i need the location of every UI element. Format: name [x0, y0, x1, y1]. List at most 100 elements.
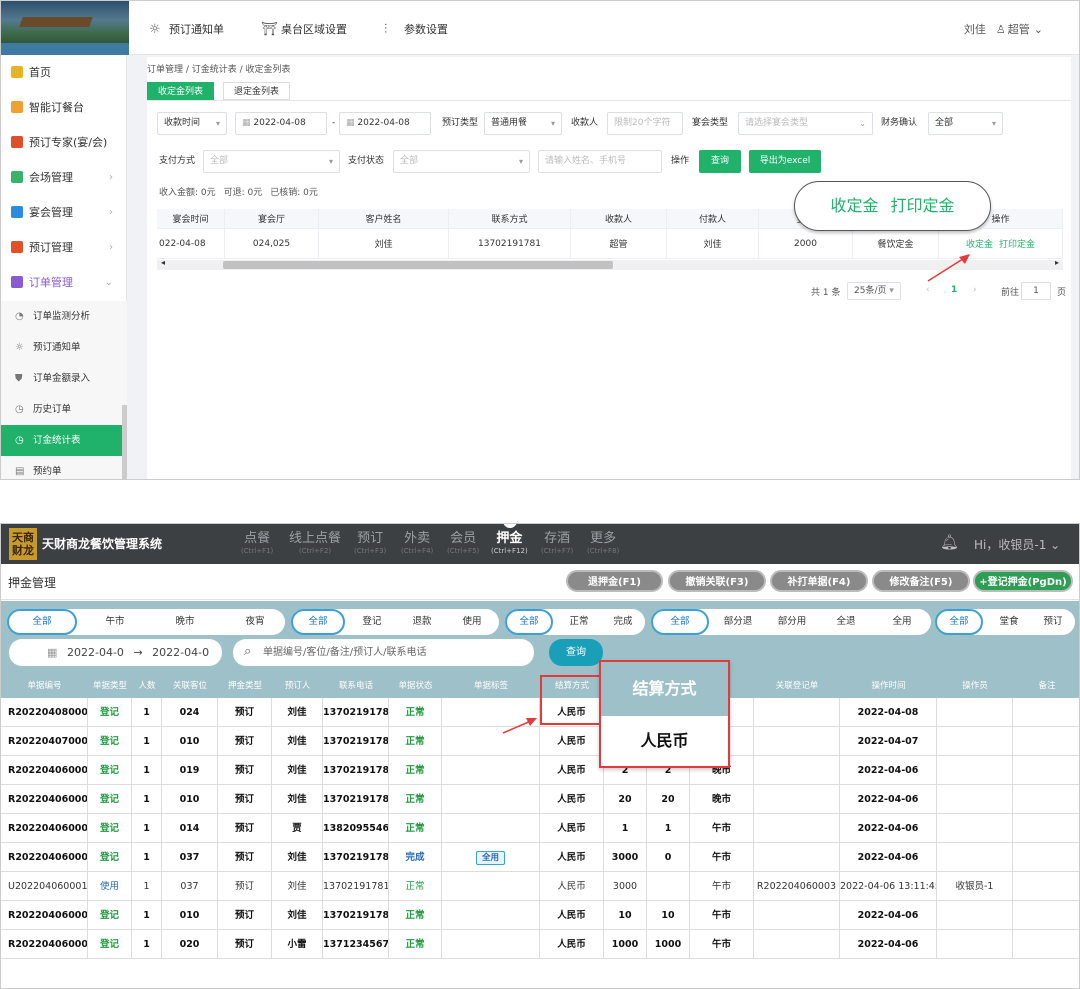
submenu-history-orders[interactable]: ◷ 历史订单 — [1, 394, 127, 425]
prev-page-button[interactable]: ‹ — [926, 285, 930, 295]
seg-refund[interactable]: 退款 — [399, 609, 445, 635]
seg-register[interactable]: 登记 — [349, 609, 395, 635]
seg-all[interactable]: 全部 — [291, 609, 345, 635]
callout-print-deposit: 打印定金 — [890, 196, 955, 215]
pay-status-select[interactable]: 全部 ▾ — [393, 150, 530, 173]
seg-complete[interactable]: 完成 — [603, 609, 643, 635]
submenu-deposit-stats[interactable]: ◷ 订金统计表 — [1, 425, 127, 456]
nav-wine-storage[interactable]: 存酒 (Ctrl+F7) — [541, 531, 573, 556]
seg-night[interactable]: 夜宵 — [225, 609, 285, 635]
nav-member[interactable]: 会员 (Ctrl+F5) — [447, 531, 479, 556]
nav-online-order[interactable]: 线上点餐 (Ctrl+F2) — [289, 531, 341, 556]
payee-input[interactable]: 限制20个字符 — [607, 112, 683, 135]
table-cell: 收银员-1 — [937, 872, 1013, 901]
table-cell: 登记 — [88, 698, 132, 727]
receive-deposit-link[interactable]: 收定金 — [966, 237, 993, 250]
user-greeting-menu[interactable]: Hi，收银员-1 ⌄ — [974, 536, 1060, 553]
reprint-button[interactable]: 补打单据(F4) — [770, 570, 868, 592]
submenu-reservation[interactable]: ▤ 预约单 — [1, 456, 127, 479]
table-cell: R202204060001 — [1, 930, 88, 959]
seg-all[interactable]: 全部 — [7, 609, 77, 635]
register-deposit-button[interactable]: +登记押金(PgDn) — [973, 570, 1073, 592]
segment-meal-period: 全部 午市 晚市 夜宵 — [7, 609, 285, 635]
table-cell — [937, 814, 1013, 843]
query-button[interactable]: 查询 — [549, 639, 603, 666]
nav-more[interactable]: 更多 (Ctrl+F8) — [587, 531, 619, 556]
table-cell: U202204060001 — [1, 872, 88, 901]
name-phone-search-input[interactable]: 请输入姓名、手机号 — [538, 150, 662, 173]
tab-receive-deposit[interactable]: 收定金列表 — [147, 82, 215, 100]
print-deposit-link[interactable]: 打印定金 — [999, 237, 1035, 250]
tab-refund-deposit[interactable]: 退定金列表 — [223, 82, 291, 100]
scroll-right-icon[interactable]: ▸ — [1055, 258, 1059, 267]
booking-type-select[interactable]: 普通用餐 ▾ — [484, 112, 562, 135]
refund-deposit-button[interactable]: 退押金(F1) — [566, 570, 663, 592]
page-size-select[interactable]: 25条/页 ▾ — [847, 282, 901, 300]
sidebar-scrollbar[interactable] — [122, 405, 127, 479]
seg-dinner[interactable]: 晚市 — [155, 609, 215, 635]
submenu-order-analysis[interactable]: ◔ 订单监测分析 — [1, 301, 127, 332]
table-cell — [754, 930, 840, 959]
table-cell: 预订 — [218, 727, 272, 756]
seg-use[interactable]: 使用 — [449, 609, 495, 635]
sidebar-item-booking[interactable]: 预订管理 › — [1, 230, 127, 265]
finance-confirm-label: 财务确认 — [881, 118, 918, 128]
goto-page-input[interactable]: 1 — [1021, 282, 1051, 300]
table-cell: 1371234567 — [323, 930, 389, 959]
scroll-left-icon[interactable]: ◂ — [161, 258, 165, 267]
user-menu[interactable]: 刘佳 ♙ 超管 ⌄ — [954, 21, 1043, 37]
date-to-input[interactable]: ▦ 2022-04-08 — [339, 112, 431, 135]
export-excel-button[interactable]: 导出为excel — [749, 150, 821, 173]
seg-normal[interactable]: 正常 — [559, 609, 599, 635]
nav-order[interactable]: 点餐 (Ctrl+F1) — [241, 531, 273, 556]
seg-lunch[interactable]: 午市 — [85, 609, 145, 635]
table-row[interactable]: R202204060001 登记 1 020 预订 小雷 1371234567 正常 人民币 10… — [1, 930, 1079, 959]
table-row[interactable]: R202204060006 登记 1 010 预订 刘佳 1370219178 正常 人民币 20… — [1, 785, 1079, 814]
table-row[interactable]: R202204060003 登记 1 037 预订 刘佳 1370219178 完成 全用 人民币… — [1, 843, 1079, 872]
date-from-input[interactable]: ▦ 2022-04-08 — [235, 112, 327, 135]
table-row[interactable]: U202204060001 使用 1 037 预订 刘佳 13702191781 正常 人民币 3… — [1, 872, 1079, 901]
nav-deposit[interactable]: 押金 (Ctrl+F12) — [491, 531, 528, 556]
nav-booking[interactable]: 预订 (Ctrl+F3) — [354, 531, 386, 556]
sidebar-item-home[interactable]: 首页 — [1, 55, 127, 90]
edit-remark-button[interactable]: 修改备注(F5) — [872, 570, 970, 592]
next-page-button[interactable]: › — [973, 285, 977, 295]
nav-takeout[interactable]: 外卖 (Ctrl+F4) — [401, 531, 433, 556]
seg-full-refund[interactable]: 全退 — [823, 609, 869, 635]
table-cell: 2022-04-08 — [840, 698, 937, 727]
table-row[interactable]: R202204060002 登记 1 010 预订 刘佳 1370219178 正常 人民币 10… — [1, 901, 1079, 930]
pay-method-select[interactable]: 全部 ▾ — [203, 150, 340, 173]
current-page[interactable]: 1 — [951, 285, 957, 295]
nav-table-area-settings[interactable]: ⛩ 桌台区域设置 — [261, 21, 347, 37]
table-cell: 037 — [162, 843, 218, 872]
sidebar-item-booking-expert[interactable]: 预订专家(宴/会) — [1, 125, 127, 160]
query-button[interactable]: 查询 — [699, 150, 741, 173]
sidebar-item-smart-order[interactable]: 智能订餐台 — [1, 90, 127, 125]
cancel-link-button[interactable]: 撤销关联(F3) — [668, 570, 766, 592]
seg-partial-refund[interactable]: 部分退 — [713, 609, 763, 635]
sidebar-item-orders[interactable]: 订单管理 ⌄ — [1, 265, 127, 300]
submenu-booking-notice[interactable]: ☼ 预订通知单 — [1, 332, 127, 363]
seg-all[interactable]: 全部 — [651, 609, 709, 635]
seg-partial-use[interactable]: 部分用 — [767, 609, 817, 635]
table-cell — [754, 698, 840, 727]
date-range-input[interactable]: ▦ 2022-04-0 → 2022-04-0 — [9, 639, 222, 666]
seg-booking[interactable]: 预订 — [1033, 609, 1073, 635]
nav-param-settings[interactable]: ⫶ 参数设置 — [384, 21, 448, 37]
time-type-select[interactable]: 收款时间 ▾ — [157, 112, 227, 135]
bell-icon[interactable]: 🔔︎ — [940, 533, 959, 551]
table-row[interactable]: R202204060004 登记 1 014 预订贾 1382095546 正常 人民币 1 1 午… — [1, 814, 1079, 843]
seg-full-use[interactable]: 全用 — [879, 609, 925, 635]
nav-booking-notice[interactable]: ☼ 预订通知单 — [149, 21, 224, 37]
table-row[interactable]: R202204060008 登记 1 019 预订 刘佳 1370219178 正常 人民币 2 2… — [1, 756, 1079, 785]
seg-dine-in[interactable]: 堂食 — [989, 609, 1029, 635]
seg-all[interactable]: 全部 — [935, 609, 983, 635]
finance-confirm-select[interactable]: 全部 ▾ — [928, 112, 1003, 135]
submenu-amount-entry[interactable]: ⛊ 订单金额录入 — [1, 363, 127, 394]
search-input[interactable]: ⌕ 单据编号/客位/备注/预订人/联系电话 — [233, 639, 534, 666]
sidebar-item-venue[interactable]: 会场管理 › — [1, 160, 127, 195]
banquet-type-select[interactable]: 请选择宴会类型 ⌄ — [738, 112, 873, 135]
seg-all[interactable]: 全部 — [505, 609, 553, 635]
sidebar-item-banquet[interactable]: 宴会管理 › — [1, 195, 127, 230]
table-cell: 3000 — [604, 872, 647, 901]
